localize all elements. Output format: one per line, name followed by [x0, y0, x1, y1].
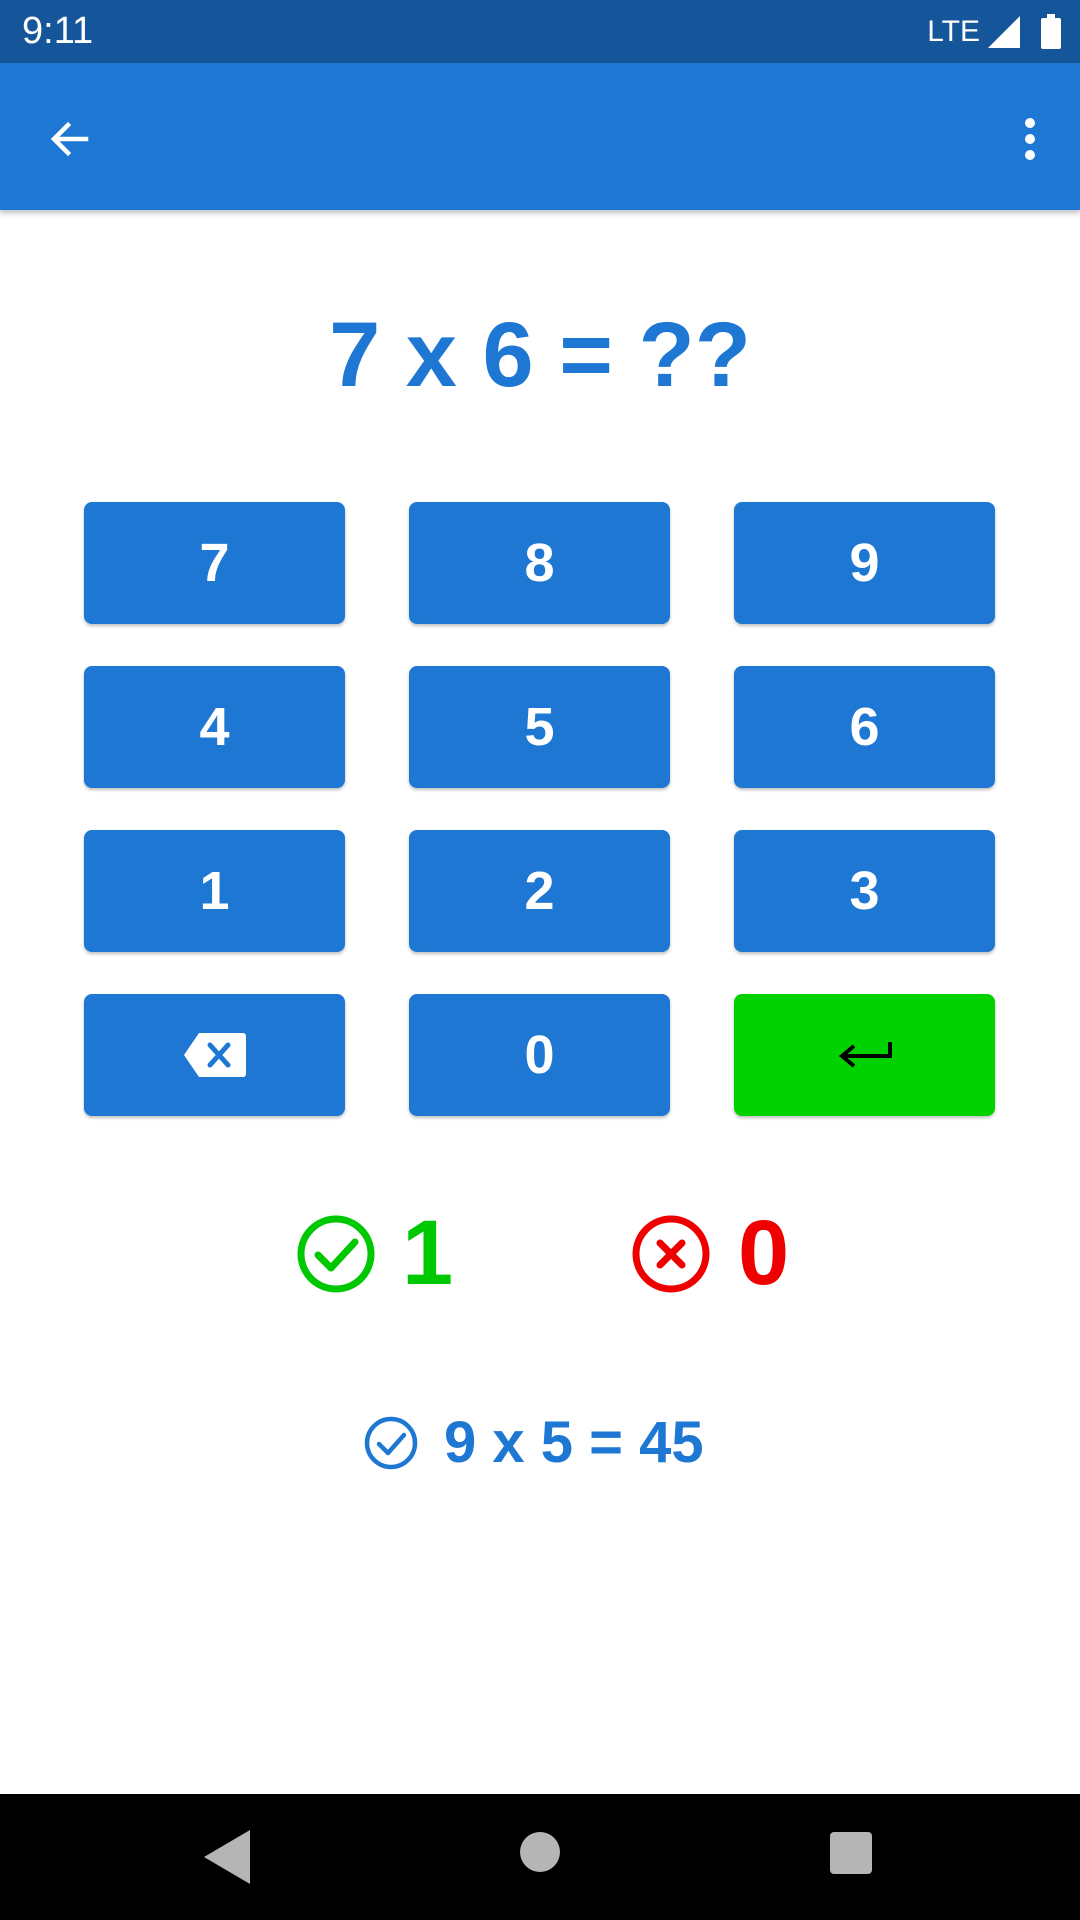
- nav-home-icon[interactable]: [520, 1832, 560, 1872]
- key-9[interactable]: 9: [734, 502, 995, 624]
- key-label: 0: [524, 1025, 555, 1085]
- check-circle-outline-icon: [364, 1416, 418, 1470]
- key-label: 8: [524, 533, 555, 593]
- correct-count: 1: [402, 1202, 454, 1304]
- correct-count-icon: [297, 1215, 375, 1293]
- nav-back-icon[interactable]: [200, 1828, 252, 1886]
- more-options-button[interactable]: [994, 103, 1066, 175]
- system-nav-bar: [0, 1794, 1080, 1920]
- key-label: 1: [199, 861, 230, 921]
- question-text: 7 x 6 = ??: [329, 304, 751, 406]
- key-6[interactable]: 6: [734, 666, 995, 788]
- enter-button[interactable]: [734, 994, 995, 1116]
- key-label: 4: [199, 697, 230, 757]
- key-label: 6: [849, 697, 880, 757]
- key-label: 5: [524, 697, 555, 757]
- nav-recents-icon[interactable]: [830, 1832, 872, 1874]
- key-0[interactable]: 0: [409, 994, 670, 1116]
- status-bar: 9:11 LTE: [0, 0, 1080, 63]
- key-7[interactable]: 7: [84, 502, 345, 624]
- battery-icon: [1041, 13, 1061, 49]
- enter-arrow-icon: [838, 1042, 892, 1068]
- key-4[interactable]: 4: [84, 666, 345, 788]
- key-label: 9: [849, 533, 880, 593]
- backspace-icon: [183, 1033, 246, 1077]
- key-2[interactable]: 2: [409, 830, 670, 952]
- signal-icon: [988, 15, 1020, 48]
- status-time: 9:11: [22, 10, 94, 52]
- key-3[interactable]: 3: [734, 830, 995, 952]
- arrow-back-icon: [50, 121, 89, 157]
- key-label: 2: [524, 861, 555, 921]
- app-bar: [0, 63, 1080, 210]
- wrong-count: 0: [738, 1202, 790, 1304]
- key-1[interactable]: 1: [84, 830, 345, 952]
- backspace-button[interactable]: [84, 994, 345, 1116]
- key-5[interactable]: 5: [409, 666, 670, 788]
- status-icons: LTE: [927, 0, 1062, 63]
- more-vert-icon: [1025, 118, 1035, 160]
- key-label: 3: [849, 861, 880, 921]
- network-type-label: LTE: [927, 14, 980, 48]
- last-answer-text: 9 x 5 = 45: [444, 1410, 704, 1475]
- key-8[interactable]: 8: [409, 502, 670, 624]
- back-button[interactable]: [34, 103, 106, 175]
- key-label: 7: [199, 533, 230, 593]
- wrong-count-icon: [632, 1215, 710, 1293]
